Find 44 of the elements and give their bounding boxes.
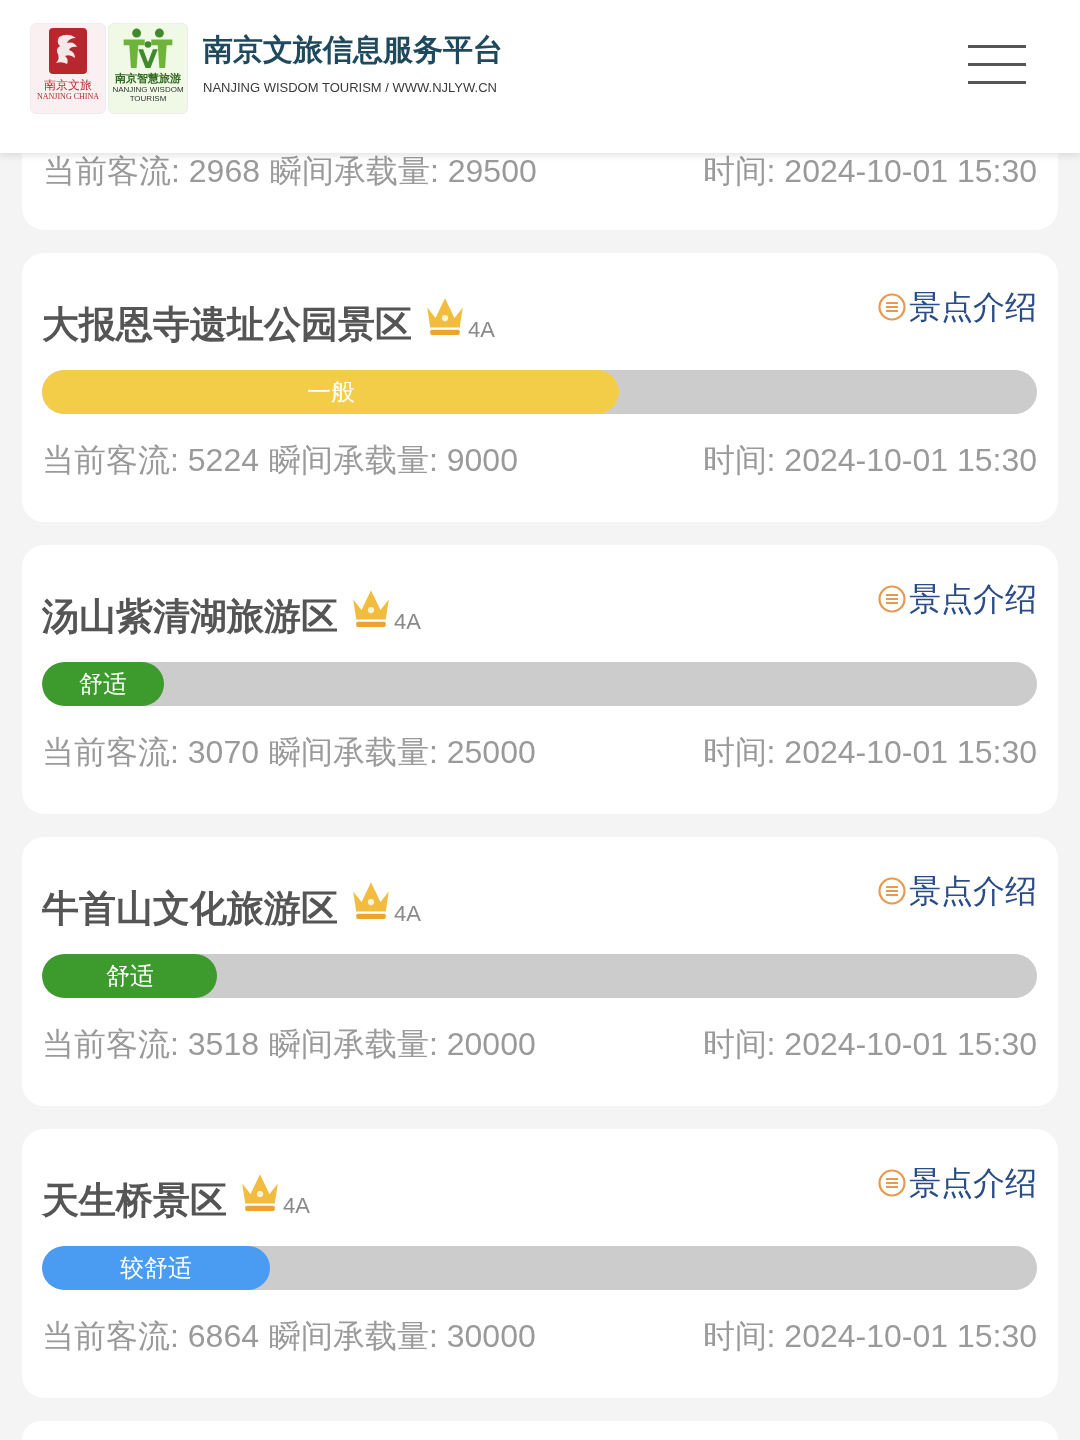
spot-name: 牛首山文化旅游区 (42, 887, 338, 931)
capacity-text: 瞬间承载量: 9000 (268, 442, 518, 478)
visitor-count: 当前客流: 3070 (42, 734, 259, 770)
list-circle-icon (878, 877, 906, 905)
visitor-count: 当前客流: 3518 (42, 1026, 259, 1062)
intro-link[interactable]: 景点介绍 (878, 579, 1037, 619)
logo-caption: NANJING WISDOM TOURISM (111, 85, 185, 103)
capacity-text: 瞬间承载量: 29500 (269, 153, 537, 189)
rating-label: 4A (468, 317, 495, 343)
rating-label: 4A (394, 901, 421, 927)
update-time: 时间: 2024-10-01 15:30 (702, 1318, 1037, 1354)
crowd-status-label: 较舒适 (119, 1253, 192, 1283)
crowd-status-label: 一般 (306, 377, 355, 407)
update-time: 时间: 2024-10-01 15:30 (702, 1026, 1037, 1062)
list-circle-icon (878, 293, 906, 321)
crowd-status-label: 舒适 (105, 961, 154, 991)
capacity-text: 瞬间承载量: 30000 (268, 1318, 536, 1354)
logo-caption: NANJING CHINA (37, 92, 99, 102)
spot-name: 汤山紫清湖旅游区 (42, 595, 338, 639)
menu-icon[interactable] (968, 45, 1026, 85)
capacity-text: 瞬间承载量: 25000 (268, 734, 536, 770)
intro-link[interactable]: 景点介绍 (878, 1163, 1037, 1203)
list-circle-icon (878, 1169, 906, 1197)
site-subtitle: NANJING WISDOM TOURISM / WWW.NJLYW.CN (203, 80, 498, 96)
capacity-text: 瞬间承载量: 20000 (268, 1026, 536, 1062)
site-title: 南京文旅信息服务平台 (203, 32, 504, 68)
intro-link[interactable]: 景点介绍 (878, 287, 1037, 327)
spot-name: 大报恩寺遗址公园景区 (42, 303, 412, 347)
crowd-status-label: 舒适 (79, 669, 128, 699)
people-icon (122, 28, 174, 69)
visitor-count: 当前客流: 2968 (43, 153, 260, 189)
seal-icon (49, 28, 87, 74)
logo-text: 南京文旅 (44, 78, 92, 92)
visitor-count: 当前客流: 6864 (42, 1318, 259, 1354)
rating-label: 4A (394, 609, 421, 635)
update-time: 时间: 2024-10-01 15:30 (702, 734, 1037, 770)
logo-text: 南京智慧旅游 (115, 71, 181, 85)
spot-name: 天生桥景区 (42, 1179, 227, 1223)
rating-label: 4A (283, 1193, 310, 1219)
update-time: 时间: 2024-10-01 15:30 (702, 442, 1037, 478)
list-circle-icon (878, 585, 906, 613)
intro-link[interactable]: 景点介绍 (878, 871, 1037, 911)
update-time: 时间: 2024-10-01 15:30 (702, 153, 1037, 189)
visitor-count: 当前客流: 5224 (42, 442, 259, 478)
